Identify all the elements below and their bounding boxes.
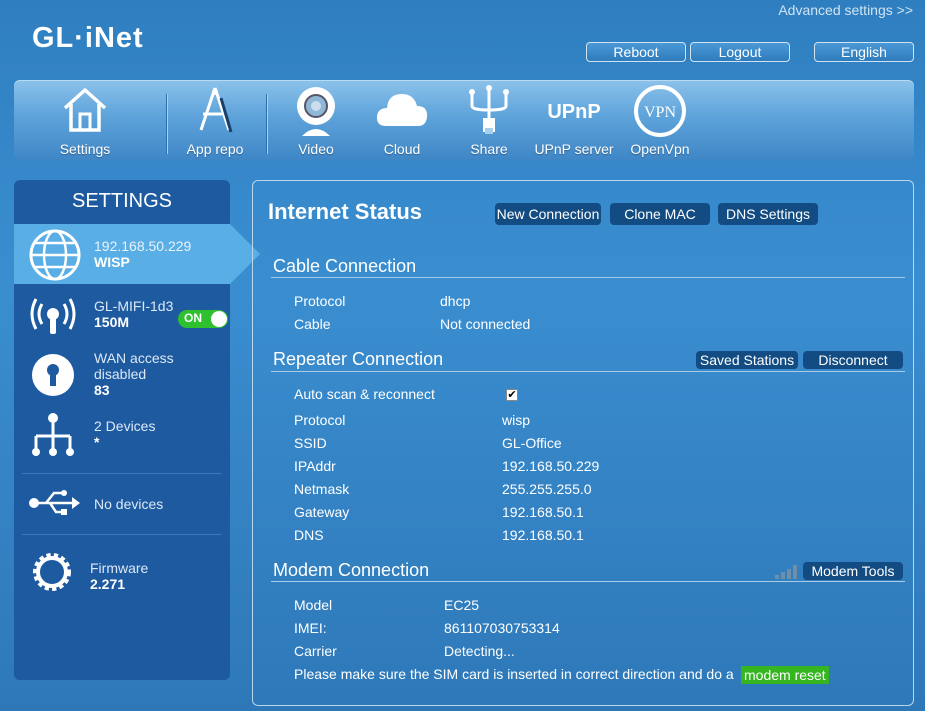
wifi-ssid: GL-MIFI-1d3 (94, 298, 174, 314)
wisp-ip: 192.168.50.229 (94, 238, 192, 254)
svg-text:UPnP: UPnP (547, 101, 600, 123)
new-connection-button[interactable]: New Connection (495, 203, 601, 225)
globe-icon (29, 229, 81, 281)
toolbar-label: Settings (59, 141, 111, 157)
repeater-row-label: DNS (294, 527, 324, 543)
toolbar-cloud[interactable]: Cloud (372, 80, 432, 160)
network-tree-icon (32, 413, 74, 456)
toolbar-app-repo[interactable]: App repo (182, 80, 248, 160)
toolbar-label: Cloud (383, 141, 421, 157)
repeater-row-label: Protocol (294, 412, 346, 428)
usb-icon (29, 490, 80, 515)
repeater-row-value: 192.168.50.229 (502, 458, 600, 474)
repeater-heading: Repeater Connection (273, 349, 444, 369)
toolbar-upnp[interactable]: UPnP UPnP server (532, 80, 616, 160)
sidebar-title: SETTINGS (71, 190, 172, 212)
modem-row-value: Detecting... (444, 643, 515, 659)
language-select[interactable]: English (814, 42, 914, 62)
svg-text:VPN: VPN (644, 104, 676, 121)
toolbar-label: UPnP server (534, 141, 614, 157)
toolbar-openvpn[interactable]: VPN OpenVpn (628, 80, 692, 160)
usb-status: No devices (94, 496, 164, 512)
modem-row-value: 861107030753314 (444, 620, 560, 636)
modem-heading: Modem Connection (273, 560, 430, 580)
auto-scan-checkbox[interactable]: ✔ (506, 389, 518, 401)
firmware-version: 2.271 (90, 576, 126, 592)
saved-stations-button[interactable]: Saved Stations (696, 351, 798, 369)
repeater-row-value: 255.255.255.0 (502, 481, 592, 497)
gl-inet-logo: GL·iNet (32, 22, 144, 54)
sidebar-item-usb[interactable]: No devices (14, 480, 230, 528)
advanced-settings-link[interactable]: Advanced settings >> (778, 2, 913, 18)
disconnect-button[interactable]: Disconnect (803, 351, 903, 369)
page-title: Internet Status (268, 199, 423, 224)
toggle-label: ON (184, 311, 202, 325)
wan-line2: disabled (94, 366, 147, 382)
toolbar-video[interactable]: Video (290, 80, 342, 160)
sidebar-item-firmware[interactable]: Firmware 2.271 (14, 544, 230, 604)
wan-value: 83 (94, 382, 110, 398)
cable-row-label: Protocol (294, 293, 346, 309)
repeater-row-value: 192.168.50.1 (502, 527, 584, 543)
settings-sidebar: SETTINGS 192.168.50.229 WISP GL-MIFI-1d3… (14, 180, 260, 680)
toolbar-label: Share (470, 141, 508, 157)
upnp-icon: UPnP (547, 101, 600, 123)
wifi-toggle[interactable]: ON (178, 310, 228, 328)
modem-row-label: Carrier (294, 643, 337, 659)
reboot-button[interactable]: Reboot (586, 42, 686, 62)
repeater-row-value: GL-Office (502, 435, 562, 451)
toolbar-label: Video (298, 141, 334, 157)
devices-value: * (94, 434, 100, 450)
repeater-row-value: wisp (502, 412, 531, 428)
sim-notice: Please make sure the SIM card is inserte… (294, 666, 734, 682)
top-toolbar: Settings App repo Video Cloud Share UPnP… (14, 80, 914, 160)
repeater-row-label: IPAddr (294, 458, 336, 474)
repeater-row-value: 192.168.50.1 (502, 504, 584, 520)
cloud-icon (376, 94, 428, 126)
cable-row-label: Cable (294, 316, 331, 332)
sidebar-item-devices[interactable]: 2 Devices * (14, 406, 230, 466)
logout-button[interactable]: Logout (690, 42, 790, 62)
wifi-speed: 150M (94, 314, 130, 330)
wifi-antenna-icon (30, 298, 76, 334)
sidebar-item-wisp[interactable]: 192.168.50.229 WISP (14, 224, 260, 284)
cable-row-value: Not connected (440, 316, 531, 332)
toolbar-settings[interactable]: Settings (54, 80, 116, 160)
firmware-label: Firmware (90, 560, 149, 576)
repeater-row-label: SSID (294, 435, 327, 451)
toolbar-share[interactable]: Share (462, 80, 516, 160)
toolbar-label: App repo (186, 141, 244, 157)
app-repo-icon (199, 87, 233, 133)
repeater-row-label: Gateway (294, 504, 350, 520)
toolbar-label: OpenVpn (630, 141, 690, 157)
webcam-icon (297, 87, 335, 136)
sidebar-item-wifi[interactable]: GL-MIFI-1d3 150M ON (14, 290, 230, 346)
cable-row-value: dhcp (440, 293, 471, 309)
devices-count: 2 Devices (94, 418, 156, 434)
clone-mac-button[interactable]: Clone MAC (610, 203, 710, 225)
modem-row-label: Model (294, 597, 333, 613)
repeater-row-label: Netmask (294, 481, 350, 497)
wan-line1: WAN access (94, 350, 174, 366)
sidebar-item-wan[interactable]: WAN access disabled 83 (14, 346, 230, 406)
modem-reset-link[interactable]: modem reset (741, 666, 829, 684)
keyhole-icon (32, 354, 74, 396)
modem-row-value: EC25 (444, 597, 480, 613)
internet-status-panel: Internet Status New Connection Clone MAC… (252, 180, 914, 706)
home-icon (63, 88, 107, 132)
wisp-mode: WISP (94, 254, 130, 270)
signal-strength-icon (775, 565, 797, 579)
auto-scan-label: Auto scan & reconnect (294, 386, 435, 402)
modem-tools-button[interactable]: Modem Tools (803, 562, 903, 580)
usb-share-icon (469, 85, 509, 134)
cable-heading: Cable Connection (273, 256, 417, 276)
vpn-icon: VPN (634, 85, 686, 137)
modem-row-label: IMEI: (294, 620, 327, 636)
dns-settings-button[interactable]: DNS Settings (718, 203, 818, 225)
gear-icon (33, 553, 71, 591)
